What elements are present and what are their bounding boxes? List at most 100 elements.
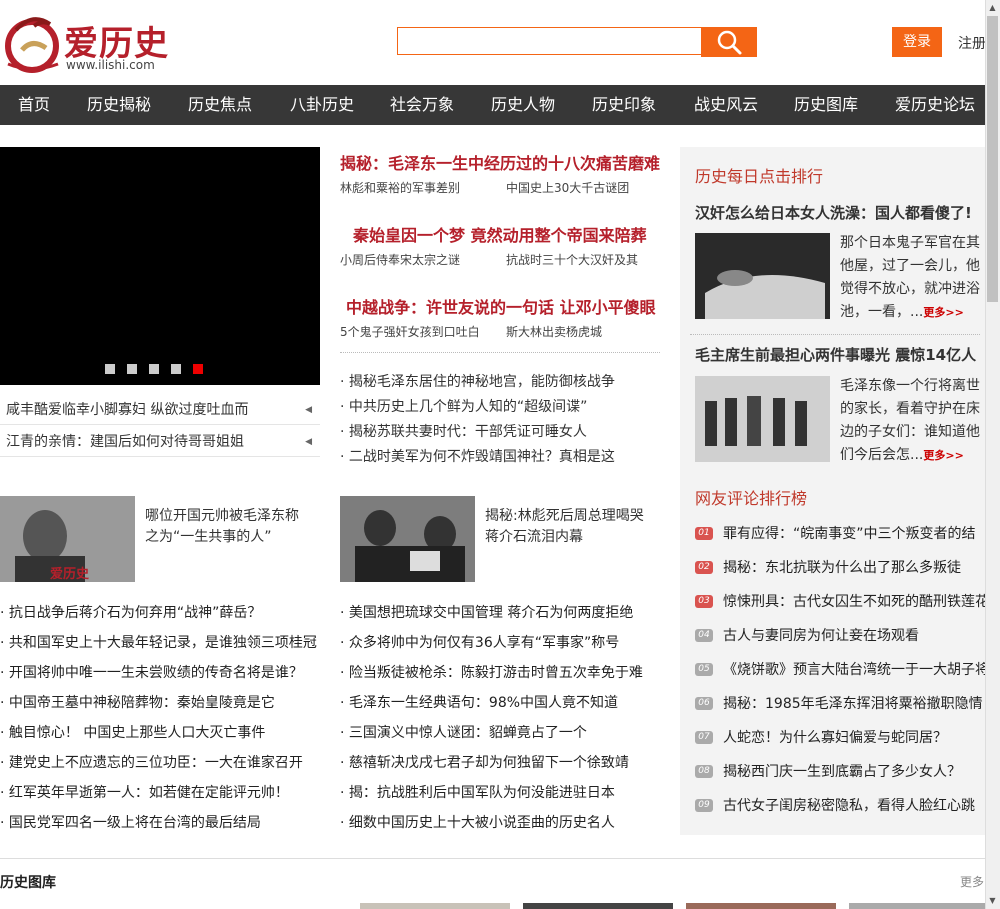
bullet-item[interactable]: · 揭秘苏联共妻时代：干部凭证可睡女人 <box>340 421 587 441</box>
headline-1-sub-2[interactable]: 中国史上30大千古谜团 <box>506 179 629 196</box>
rank-item[interactable]: 古代女子闺房秘密隐私，看得人脸红心跳 <box>723 795 985 815</box>
headline-1[interactable]: 揭秘：毛泽东一生中经历过的十八次痛苦磨难 <box>340 150 660 174</box>
bullet-item[interactable]: · 揭秘毛泽东居住的神秘地宫，能防御核战争 <box>340 371 615 391</box>
scrollbar-thumb[interactable] <box>987 16 998 302</box>
slider-dot[interactable] <box>149 364 159 374</box>
list-item[interactable]: · 开国将帅中唯一一生未尝败绩的传奇名将是谁？ <box>0 662 320 682</box>
list-item[interactable]: · 美国想把琉球交中国管理 蒋介石为何两度拒绝 <box>340 602 660 622</box>
list-item[interactable]: · 国民党军四名一级上将在台湾的最后结局 <box>0 812 320 832</box>
list-item[interactable]: · 险当叛徒被枪杀：陈毅打游击时曾五次幸免于难 <box>340 662 660 682</box>
list-item[interactable]: · 触目惊心！ 中国史上那些人口大灭亡事件 <box>0 722 320 742</box>
rank-item[interactable]: 揭秘西门庆一生到底霸占了多少女人？ <box>723 761 985 781</box>
logo-url: www.ilishi.com <box>66 58 155 72</box>
rank-item[interactable]: 惊悚刑具：古代女囚生不如死的酷刑铁莲花 <box>723 591 985 611</box>
list-item[interactable]: · 众多将帅中为何仅有36人享有“军事家”称号 <box>340 632 660 652</box>
bw-photo-icon <box>695 233 830 319</box>
nav-forum[interactable]: 爱历史论坛 <box>895 85 975 125</box>
rank-item[interactable]: 古人与妻同房为何让妾在场观看 <box>723 625 985 645</box>
nav-history-secrets[interactable]: 历史揭秘 <box>87 85 151 125</box>
rank-item[interactable]: 揭秘：1985年毛泽东挥泪将粟裕撤职隐情 <box>723 693 985 713</box>
rank-item[interactable]: 罪有应得：“皖南事变”中三个叛变者的结 <box>723 523 985 543</box>
divider <box>0 858 985 859</box>
nav-gallery[interactable]: 历史图库 <box>794 85 858 125</box>
gallery-thumb[interactable] <box>849 903 985 909</box>
list-item[interactable]: · 细数中国历史上十大被小说歪曲的历史名人 <box>340 812 660 832</box>
list-item[interactable]: · 共和国军史上十大最年轻记录，是谁独领三项桂冠 <box>0 632 320 652</box>
nav-impressions[interactable]: 历史印象 <box>592 85 656 125</box>
scroll-up-icon[interactable]: ▲ <box>985 0 1000 16</box>
headline-3[interactable]: 中越战争：许世友说的一句话 让邓小平傻眼 <box>346 294 656 318</box>
rank-badge: 03 <box>695 595 713 608</box>
headline-1-sub-1[interactable]: 林彪和粟裕的军事差别 <box>340 179 460 196</box>
rank-photo-2[interactable] <box>695 376 830 462</box>
nav-gossip-history[interactable]: 八卦历史 <box>290 85 354 125</box>
rank-badge: 04 <box>695 629 713 642</box>
gallery-more-link[interactable]: 更多 <box>960 873 984 890</box>
portrait-photo-icon: 爱历史 <box>0 496 135 582</box>
gallery-thumb[interactable] <box>686 903 836 909</box>
list-item[interactable]: · 揭：抗战胜利后中国军队为何没能进驻日本 <box>340 782 660 802</box>
nav-war-history[interactable]: 战史风云 <box>694 85 758 125</box>
nav-society[interactable]: 社会万象 <box>390 85 454 125</box>
register-link[interactable]: 注册 <box>958 33 986 53</box>
gallery-section-title: 历史图库 <box>0 875 56 891</box>
headline-3-sub-2[interactable]: 斯大林出卖杨虎城 <box>506 323 602 340</box>
bullet-item-label: 揭秘苏联共妻时代：干部凭证可睡女人 <box>348 424 587 440</box>
slider-side-item[interactable]: 江青的亲情：建国后如何对待哥哥姐姐 ◀ <box>0 427 320 457</box>
rank-badge: 06 <box>695 697 713 710</box>
nav-home[interactable]: 首页 <box>18 85 50 125</box>
headline-2-sub-1[interactable]: 小周后侍奉宋太宗之谜 <box>340 251 460 268</box>
bullet-item-label: 揭秘毛泽东居住的神秘地宫，能防御核战争 <box>348 374 615 390</box>
headline-3-sub-1[interactable]: 5个鬼子强奸女孩到口吐白 <box>340 323 480 340</box>
rank-badge: 01 <box>695 527 713 540</box>
headline-2[interactable]: 秦始皇因一个梦 竟然动用整个帝国来陪葬 <box>353 222 647 246</box>
rank-item[interactable]: 《烧饼歌》预言大陆台湾统一于一大胡子将 <box>723 659 985 679</box>
gallery-thumb[interactable] <box>523 903 673 909</box>
bullet-item[interactable]: · 二战时美军为何不炸毁靖国神社？真相是这 <box>340 446 615 466</box>
dragon-logo-icon <box>5 17 59 73</box>
headline-2-sub-2[interactable]: 抗战时三十个大汉奸及其 <box>506 251 638 268</box>
photo-linbiao[interactable] <box>340 496 475 582</box>
photo-caption-linbiao[interactable]: 揭秘:林彪死后周总理喝哭蒋介石流泪内幕 <box>485 506 645 548</box>
divider <box>340 352 660 353</box>
search-button[interactable] <box>701 27 757 57</box>
image-slider[interactable] <box>0 147 320 385</box>
list-item[interactable]: · 三国演义中惊人谜团：貂蝉竟占了一个 <box>340 722 660 742</box>
slider-side-item-label: 咸丰酷爱临幸小脚寡妇 纵欲过度吐血而 <box>6 402 249 418</box>
rank-badge: 05 <box>695 663 713 676</box>
slider-side-item[interactable]: 咸丰酷爱临幸小脚寡妇 纵欲过度吐血而 ◀ <box>0 395 320 425</box>
slider-dot[interactable] <box>127 364 137 374</box>
list-item[interactable]: · 中国帝王墓中神秘陪葬物：秦始皇陵竟是它 <box>0 692 320 712</box>
main-nav: 首页 历史揭秘 历史焦点 八卦历史 社会万象 历史人物 历史印象 战史风云 历史… <box>0 85 985 125</box>
slider-dot[interactable] <box>105 364 115 374</box>
comment-rank-title: 网友评论排行榜 <box>695 489 808 508</box>
rank-badge: 09 <box>695 799 713 812</box>
bullet-item[interactable]: · 中共历史上几个鲜为人知的“超级间谍” <box>340 396 587 416</box>
photo-marshal[interactable]: 爱历史 <box>0 496 135 582</box>
group-photo-icon <box>340 496 475 582</box>
slider-dot-active[interactable] <box>193 364 203 374</box>
rank-summary-2: 毛泽东像一个行将离世的家长，看着守护在床边的子女们：谁知道他们今后会怎...更多… <box>840 375 982 467</box>
rank-headline-2[interactable]: 毛主席生前最担心两件事曝光 震惊14亿人 <box>695 344 980 365</box>
triangle-left-icon: ◀ <box>305 437 312 447</box>
scroll-down-icon[interactable]: ▼ <box>985 893 1000 909</box>
slider-dot[interactable] <box>171 364 181 374</box>
photo-caption-marshal[interactable]: 哪位开国元帅被毛泽东称之为“一生共事的人” <box>145 506 305 548</box>
rank-photo-1[interactable] <box>695 233 830 319</box>
gallery-thumb[interactable] <box>360 903 510 909</box>
list-item[interactable]: · 建党史上不应遗忘的三位功臣：一大在谁家召开 <box>0 752 320 772</box>
login-button[interactable]: 登录 <box>892 27 942 57</box>
list-item[interactable]: · 毛泽东一生经典语句：98%中国人竟不知道 <box>340 692 660 712</box>
search-icon <box>717 30 742 55</box>
more-link[interactable]: 更多>> <box>923 449 963 462</box>
more-link[interactable]: 更多>> <box>923 306 963 319</box>
rank-headline-1[interactable]: 汉奸怎么给日本女人洗澡：国人都看傻了! <box>695 202 980 223</box>
rank-item[interactable]: 揭秘：东北抗联为什么出了那么多叛徒 <box>723 557 985 577</box>
list-item[interactable]: · 红军英年早逝第一人：如若健在定能评元帅！ <box>0 782 320 802</box>
search-input[interactable] <box>397 27 701 55</box>
nav-figures[interactable]: 历史人物 <box>491 85 555 125</box>
rank-item[interactable]: 人蛇恋！为什么寡妇偏爱与蛇同居？ <box>723 727 985 747</box>
nav-history-focus[interactable]: 历史焦点 <box>188 85 252 125</box>
list-item[interactable]: · 慈禧斩决戊戌七君子却为何独留下一个徐致靖 <box>340 752 660 772</box>
list-item[interactable]: · 抗日战争后蒋介石为何弃用“战神”薛岳？ <box>0 602 320 622</box>
